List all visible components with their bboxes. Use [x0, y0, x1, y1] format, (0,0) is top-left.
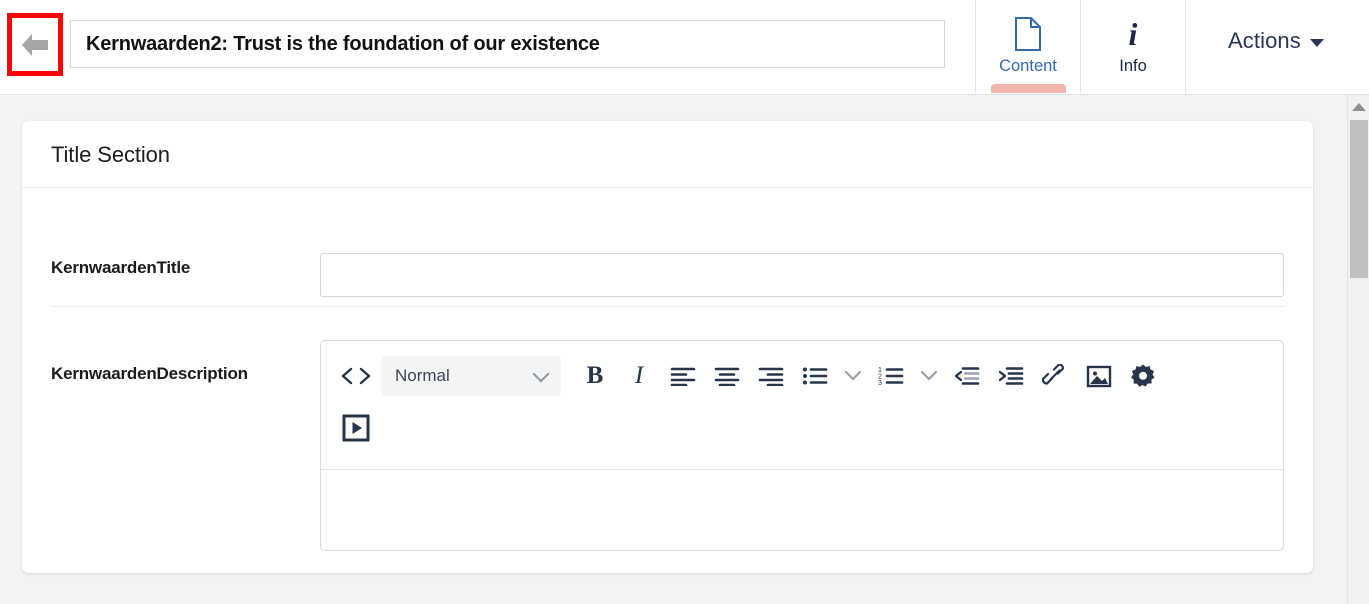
align-left-icon[interactable]: [661, 358, 705, 394]
tab-info-label: Info: [1119, 57, 1147, 75]
editor-toolbar-row-1: Normal B I 1 2 3: [339, 350, 1283, 402]
vertical-scrollbar-thumb[interactable]: [1350, 120, 1368, 278]
tab-info[interactable]: i Info: [1081, 0, 1185, 93]
align-center-icon[interactable]: [705, 358, 749, 394]
richtext-editor: Normal B I 1 2 3: [320, 340, 1284, 551]
scroll-up-arrow-icon[interactable]: [1352, 103, 1366, 111]
section-title: Title Section: [51, 142, 170, 167]
editor-content-area[interactable]: [321, 471, 1283, 550]
document-title-input[interactable]: [70, 20, 945, 68]
kernwaardentitle-input[interactable]: [320, 253, 1284, 297]
content-card: Title Section KernwaardenTitle Kernwaard…: [22, 121, 1313, 573]
card-header: Title Section: [22, 121, 1313, 188]
align-right-icon[interactable]: [749, 358, 793, 394]
editor-toolbar: Normal B I 1 2 3: [321, 341, 1283, 470]
indent-icon[interactable]: [989, 358, 1033, 394]
arrow-left-icon: [22, 33, 48, 56]
tab-active-underline: [991, 84, 1066, 93]
italic-icon[interactable]: I: [617, 358, 661, 394]
caret-down-icon: [1309, 38, 1324, 47]
format-select-label: Normal: [395, 366, 450, 385]
page-body: Title Section KernwaardenTitle Kernwaard…: [0, 94, 1369, 604]
document-icon: [1014, 10, 1042, 58]
chevron-down-icon: [532, 365, 550, 382]
tab-content[interactable]: Content: [976, 0, 1080, 93]
image-icon[interactable]: [1077, 358, 1121, 394]
actions-label: Actions: [1228, 28, 1301, 53]
field-label-kernwaardendescription: KernwaardenDescription: [51, 364, 248, 383]
bold-icon[interactable]: B: [573, 358, 617, 394]
video-play-icon[interactable]: [339, 410, 373, 446]
numbered-list-icon[interactable]: 123: [869, 358, 913, 394]
format-select[interactable]: Normal: [381, 356, 561, 396]
svg-text:3: 3: [878, 380, 882, 386]
editor-toolbar-row-2: [339, 402, 1283, 454]
field-label-kernwaardentitle: KernwaardenTitle: [51, 258, 191, 277]
info-italic-i-icon: i: [1128, 16, 1138, 52]
field-divider: [51, 306, 1285, 307]
bullet-list-icon[interactable]: [793, 358, 837, 394]
back-button[interactable]: [7, 13, 63, 76]
code-icon[interactable]: [339, 358, 373, 394]
tab-divider: [1185, 0, 1186, 93]
top-bar: Content i Info Actions: [0, 0, 1369, 94]
vertical-scrollbar-track[interactable]: [1347, 95, 1369, 604]
outdent-icon[interactable]: [945, 358, 989, 394]
actions-dropdown-button[interactable]: Actions: [1228, 28, 1324, 54]
tab-content-label: Content: [999, 57, 1057, 75]
link-icon[interactable]: [1033, 358, 1077, 394]
chevron-down-icon[interactable]: [913, 358, 945, 394]
chevron-down-icon[interactable]: [837, 358, 869, 394]
settings-gear-icon[interactable]: [1121, 358, 1165, 394]
